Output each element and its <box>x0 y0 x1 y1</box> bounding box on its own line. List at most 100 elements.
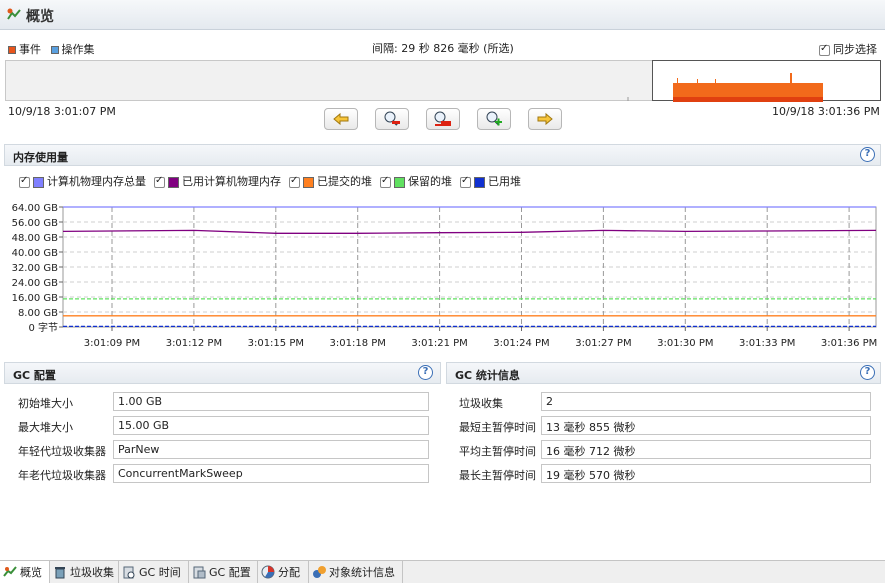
min-pause-value: 13 毫秒 855 微秒 <box>541 416 871 435</box>
gc-count-label: 垃圾收集 <box>459 397 503 410</box>
legend-swatch <box>168 176 179 188</box>
overview-icon <box>7 8 21 20</box>
x-tick-label: 3:01:36 PM <box>821 338 877 349</box>
y-tick-label: 48.00 GB <box>12 233 59 244</box>
y-tick-label: 32.00 GB <box>12 263 59 274</box>
memory-legend: 计算机物理内存总量 已用计算机物理内存 已提交的堆 保留的堆 已用堆 <box>19 173 521 189</box>
y-tick-label: 40.00 GB <box>12 248 59 259</box>
tab-allocation[interactable]: 分配 <box>258 561 309 583</box>
gc-time-icon <box>123 566 135 579</box>
y-tick-label: 16.00 GB <box>12 293 59 304</box>
zoom-in-button[interactable] <box>477 108 511 130</box>
checkbox-icon[interactable] <box>460 175 471 188</box>
events-legend-label: 事件 <box>19 43 41 56</box>
zoom-out-icon <box>384 111 400 126</box>
initial-heap-value: 1.00 GB <box>113 392 429 411</box>
timeline-selection[interactable] <box>652 60 881 102</box>
young-gc-label: 年轻代垃圾收集器 <box>18 445 106 458</box>
tab-gc-time[interactable]: GC 时间 <box>119 561 189 583</box>
overview-icon <box>3 566 17 577</box>
legend-swatch <box>33 176 44 188</box>
x-tick-label: 3:01:24 PM <box>493 338 549 349</box>
legend-item[interactable]: 保留的堆 <box>380 173 452 189</box>
checkbox-icon[interactable] <box>154 175 165 188</box>
memory-panel-header: 内存使用量 <box>4 144 881 166</box>
legend-swatch <box>474 176 485 188</box>
x-tick-label: 3:01:30 PM <box>657 338 713 349</box>
sync-selection-label: 同步选择 <box>833 43 877 56</box>
max-pause-value: 19 毫秒 570 微秒 <box>541 464 871 483</box>
events-legend-swatch <box>8 46 16 54</box>
x-tick-label: 3:01:21 PM <box>411 338 467 349</box>
legend-label: 已用堆 <box>488 175 521 188</box>
x-tick-label: 3:01:18 PM <box>330 338 386 349</box>
tab-label: 对象统计信息 <box>329 566 395 579</box>
tab-label: GC 时间 <box>139 566 181 579</box>
trash-icon <box>55 567 65 579</box>
timeline-legend: 事件 操作集 <box>8 41 95 57</box>
tab-object-stats[interactable]: 对象统计信息 <box>309 561 403 583</box>
sync-selection-checkbox[interactable]: 同步选择 <box>819 41 877 57</box>
gc-config-panel-header: GC 配置 <box>4 362 441 384</box>
arrow-right-icon <box>537 112 553 126</box>
old-gc-label: 年老代垃圾收集器 <box>18 469 106 482</box>
legend-swatch <box>394 176 405 188</box>
zoom-out-full-icon <box>434 111 451 126</box>
x-tick-label: 3:01:33 PM <box>739 338 795 349</box>
legend-swatch <box>303 176 314 188</box>
opsets-legend-swatch <box>50 46 59 54</box>
timeline-event-bars <box>673 73 823 102</box>
min-pause-label: 最短主暂停时间 <box>459 421 536 434</box>
legend-item[interactable]: 计算机物理内存总量 <box>19 173 146 189</box>
x-tick-label: 3:01:27 PM <box>575 338 631 349</box>
interval-text: 间隔: 29 秒 826 毫秒 (所选) <box>372 42 514 55</box>
x-tick-label: 3:01:09 PM <box>84 338 140 349</box>
initial-heap-label: 初始堆大小 <box>18 397 73 410</box>
view-header: 概览 <box>0 0 885 30</box>
x-tick-label: 3:01:15 PM <box>248 338 304 349</box>
max-heap-value: 15.00 GB <box>113 416 429 435</box>
checkbox-icon[interactable] <box>19 175 30 188</box>
y-tick-label: 8.00 GB <box>18 308 58 319</box>
tab-label: 垃圾收集 <box>70 566 114 579</box>
object-stats-icon <box>313 566 326 578</box>
old-gc-value: ConcurrentMarkSweep <box>113 464 429 483</box>
checkbox-icon[interactable] <box>819 43 830 56</box>
gc-config-title: GC 配置 <box>13 369 56 382</box>
zoom-out-full-button[interactable] <box>426 108 460 130</box>
max-pause-label: 最长主暂停时间 <box>459 469 536 482</box>
memory-panel-title: 内存使用量 <box>13 151 68 164</box>
tab-label: 分配 <box>278 566 300 579</box>
gc-count-value: 2 <box>541 392 871 411</box>
timeline-end-time: 10/9/18 3:01:36 PM <box>772 105 880 118</box>
allocation-icon <box>261 565 275 579</box>
legend-label: 已提交的堆 <box>317 175 372 188</box>
help-icon[interactable]: ? <box>418 365 433 380</box>
tab-gc-config[interactable]: GC 配置 <box>189 561 258 583</box>
tab-label: 概览 <box>20 566 42 579</box>
y-tick-label: 56.00 GB <box>12 218 59 229</box>
checkbox-icon[interactable] <box>380 175 391 188</box>
zoom-in-icon <box>486 111 502 126</box>
avg-pause-value: 16 毫秒 712 微秒 <box>541 440 871 459</box>
gc-config-icon <box>193 566 206 579</box>
checkbox-icon[interactable] <box>289 175 300 188</box>
zoom-out-button[interactable] <box>375 108 409 130</box>
tab-label: GC 配置 <box>209 566 251 579</box>
timeline-start-time: 10/9/18 3:01:07 PM <box>8 105 116 118</box>
scroll-right-button[interactable] <box>528 108 562 130</box>
tab-garbage-collection[interactable]: 垃圾收集 <box>50 561 119 583</box>
legend-item[interactable]: 已提交的堆 <box>289 173 372 189</box>
help-icon[interactable]: ? <box>860 147 875 162</box>
legend-item[interactable]: 已用计算机物理内存 <box>154 173 281 189</box>
arrow-left-icon <box>333 112 349 126</box>
scroll-left-button[interactable] <box>324 108 358 130</box>
legend-label: 保留的堆 <box>408 175 452 188</box>
opsets-legend-label: 操作集 <box>61 43 95 56</box>
legend-item[interactable]: 已用堆 <box>460 173 521 189</box>
help-icon[interactable]: ? <box>860 365 875 380</box>
legend-label: 计算机物理内存总量 <box>47 175 146 188</box>
max-heap-label: 最大堆大小 <box>18 421 73 434</box>
memory-usage-chart[interactable]: 64.00 GB 56.00 GB 48.00 GB 40.00 GB 32.00 GB… <box>0 192 885 352</box>
tab-overview[interactable]: 概览 <box>0 561 50 583</box>
